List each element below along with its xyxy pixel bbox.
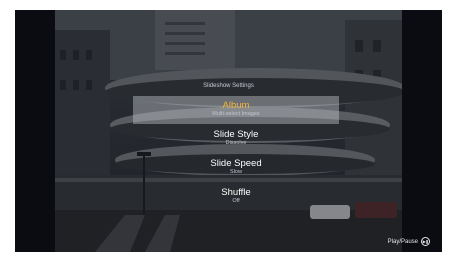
menu-item-shuffle[interactable]: Shuffle Off — [133, 183, 339, 211]
menu-item-slide-style[interactable]: Slide Style Dissolve — [133, 125, 339, 153]
play-pause-hint[interactable]: Play/Pause ▶❚ — [388, 237, 430, 246]
menu-item-value: Dissolve — [225, 140, 247, 146]
menu-item-label: Slide Style — [213, 129, 259, 140]
slideshow-settings-menu: Slideshow Settings Album Multi-select Im… — [15, 10, 442, 252]
play-pause-label: Play/Pause — [387, 238, 418, 245]
menu-item-slide-speed[interactable]: Slide Speed Slow — [133, 154, 339, 182]
menu-item-value: Slow — [230, 169, 242, 175]
menu-item-label: Shuffle — [221, 187, 251, 198]
menu-item-album[interactable]: Album Multi-select Images — [133, 96, 339, 124]
menu-title: Slideshow Settings — [203, 83, 254, 89]
menu-item-label: Slide Speed — [210, 158, 262, 169]
play-pause-icon: ▶❚ — [421, 237, 430, 246]
tv-screen: Slideshow Settings Album Multi-select Im… — [15, 10, 442, 252]
menu-item-value: Multi-select Images — [212, 111, 260, 117]
menu-item-value: Off — [232, 198, 240, 204]
menu-item-label: Album — [222, 100, 250, 111]
